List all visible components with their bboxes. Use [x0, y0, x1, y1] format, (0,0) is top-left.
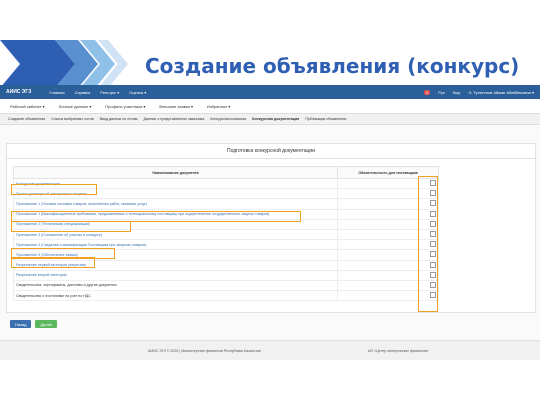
step-tabs: Создание объявления Список выбранных лот… [0, 114, 540, 125]
table-row: Приложение 1 (Условия поставки товаров, … [13, 198, 439, 210]
table-row: Свидетельства, сертификаты, дипломы и др… [13, 279, 439, 292]
notification-badge[interactable]: 2 [424, 89, 431, 95]
lang-kg[interactable]: Кыр [453, 90, 460, 95]
subnav-personal[interactable]: Личные данные ▾ [59, 104, 92, 109]
subnav-cabinet[interactable]: Рабочий кабинет ▾ [10, 104, 45, 109]
highlight-contract [11, 184, 97, 195]
tab-lots[interactable]: Список выбранных лотов [51, 117, 93, 121]
highlight-checkboxes [418, 176, 438, 312]
tab-lot-data[interactable]: Ввод данных по лотам [100, 117, 138, 121]
top-navbar: АИИС ЭГЗ Главная Справка Реестры ▾ Оценк… [0, 85, 540, 99]
table-row: Разрешение второй категории [13, 269, 439, 281]
slide-title: Создание объявления (конкурс) [145, 54, 520, 78]
lang-ru[interactable]: Рус [438, 90, 445, 95]
nav-evaluation[interactable]: Оценка ▾ [129, 90, 146, 95]
app-brand[interactable]: АИИС ЭГЗ [6, 89, 31, 95]
footer: АИИС ЭГЗ © 2020 | Министерство финансов … [0, 340, 540, 360]
subnav-profile[interactable]: Профиль участника ▾ [105, 104, 145, 109]
highlight-spec [11, 221, 131, 232]
nav-registers[interactable]: Реестры ▾ [100, 90, 119, 95]
tab-publication[interactable]: Публикация объявления [305, 117, 346, 121]
highlight-license2 [11, 257, 95, 268]
documents-table-body: Конкурсная документация Проект договора о… [13, 177, 439, 302]
subnav-favorites[interactable]: Избранное ▾ [207, 104, 230, 109]
user-menu[interactable]: Э. Тулегенов Айжан Абайбековна ▾ [468, 90, 534, 95]
logo-chevrons-icon [0, 40, 128, 88]
document-link[interactable]: Разрешение второй категории [13, 269, 338, 281]
sub-navbar: Рабочий кабинет ▾ Личные данные ▾ Профил… [0, 99, 540, 114]
nav-help[interactable]: Справка [75, 90, 91, 95]
tab-create[interactable]: Создание объявления [8, 117, 45, 121]
nav-home[interactable]: Главная [49, 90, 64, 95]
document-link[interactable]: Приложение 1 (Условия поставки товаров, … [13, 198, 338, 210]
footer-copyright: АИИС ЭГЗ © 2020 | Министерство финансов … [148, 349, 261, 353]
tab-documentation[interactable]: Конкурсная документация [252, 117, 299, 121]
document-name: Свидетельства, сертификаты, дипломы и др… [13, 279, 338, 292]
app-screenshot: АИИС ЭГЗ Главная Справка Реестры ▾ Оценк… [0, 85, 540, 360]
back-button[interactable]: Назад [10, 320, 32, 328]
footer-org: АО «Центр электронных финансов» [368, 349, 429, 353]
logo [0, 40, 128, 88]
column-header-name: Наименование документа [13, 166, 338, 179]
tab-commission[interactable]: Конкурсная комиссия [210, 117, 246, 121]
subnav-external[interactable]: Внешние заявки ▾ [159, 104, 193, 109]
wizard-buttons: Назад Далее [10, 320, 58, 328]
document-name: Свидетельство о постановке на учет по НД… [13, 290, 338, 302]
documentation-panel: Подготовка конкурсной документации Наиме… [6, 143, 536, 313]
table-row: Свидетельство о постановке на учет по НД… [13, 290, 439, 302]
next-button[interactable]: Далее [35, 320, 58, 328]
tab-representatives[interactable]: Данные о представителях заказчика [143, 117, 204, 121]
panel-title: Подготовка конкурсной документации [7, 144, 535, 159]
